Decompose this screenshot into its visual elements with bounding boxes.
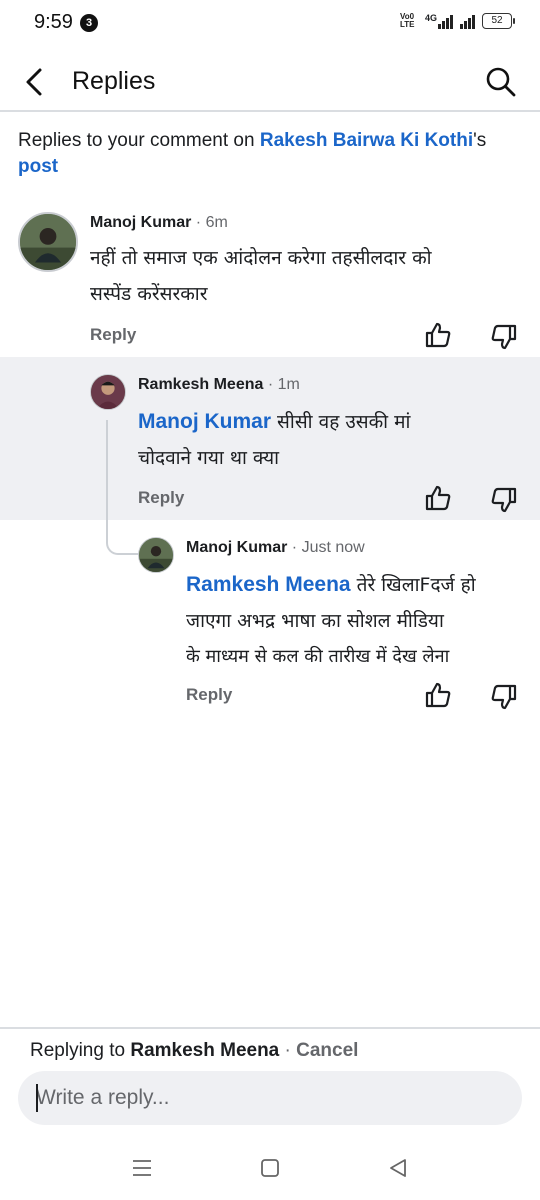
status-indicators: Vo0 LTE 4G 52	[400, 13, 515, 29]
thumbs-down-icon	[491, 684, 517, 710]
comment-text-line: के माध्यम से कल की तारीख में देख लेना	[186, 646, 450, 667]
comment-author[interactable]: Manoj Kumar · Just now	[186, 539, 365, 557]
back-nav-button[interactable]	[386, 1156, 410, 1180]
replying-to-text: Replying to Ramkesh Meena · Cancel	[30, 1040, 358, 1062]
recents-button[interactable]	[130, 1156, 154, 1180]
author-name[interactable]: Ramkesh Meena	[138, 376, 263, 393]
dislike-button[interactable]	[490, 683, 518, 711]
app-header: Replies	[0, 52, 540, 112]
reply-composer: Replying to Ramkesh Meena · Cancel	[0, 1027, 540, 1137]
thumbs-down-icon	[491, 487, 517, 513]
comment-text-fragment: तेरे खिलाFदर्ज हो	[350, 574, 476, 596]
page-name-link[interactable]: Rakesh Bairwa Ki Kothi	[260, 130, 473, 151]
signal-4g-icon: 4G	[425, 13, 453, 29]
intro-suffix: 's	[473, 130, 487, 151]
comment-text-line: नहीं तो समाज एक आंदोलन करेगा तहसीलदार को	[90, 247, 432, 269]
comment-text-line: सस्पेंड करेंसरकार	[90, 283, 208, 305]
comment-time: · 6m	[195, 214, 228, 231]
comment-time: · Just now	[291, 539, 365, 556]
like-button[interactable]	[424, 321, 452, 349]
avatar[interactable]	[90, 374, 126, 410]
comment-text-line: चोदवाने गया था क्या	[138, 447, 280, 469]
menu-lines-icon	[133, 1160, 151, 1176]
notification-count-badge: 3	[80, 14, 98, 32]
comment-text: Manoj Kumar सीसी वह उसकी मां चोदवाने गया…	[138, 404, 528, 476]
network-type-label: 4G	[424, 13, 437, 23]
thumbs-up-icon	[425, 322, 451, 348]
text-cursor	[36, 1084, 38, 1112]
comment-text-fragment: सीसी वह उसकी मां	[271, 411, 411, 433]
volte-label-bottom: LTE	[399, 20, 415, 29]
profile-photo-icon	[139, 538, 173, 572]
comment-author[interactable]: Manoj Kumar · 6m	[90, 214, 228, 232]
reply-button[interactable]: Reply	[138, 488, 184, 508]
intro-prefix: Replies to your comment on	[18, 130, 260, 151]
back-button[interactable]	[20, 64, 52, 100]
post-link[interactable]: post	[18, 156, 58, 177]
mention-link[interactable]: Manoj Kumar	[138, 410, 271, 433]
reply-button[interactable]: Reply	[186, 685, 232, 705]
like-button[interactable]	[424, 484, 452, 512]
comment-time: · 1m	[267, 376, 300, 393]
like-button[interactable]	[424, 681, 452, 709]
comment-text: Ramkesh Meena तेरे खिलाFदर्ज हो जाएगा अभ…	[186, 567, 536, 675]
square-home-icon	[261, 1159, 279, 1177]
replying-prefix: Replying to	[30, 1040, 131, 1061]
author-name[interactable]: Manoj Kumar	[90, 214, 191, 231]
search-icon	[486, 67, 516, 97]
thumbs-up-icon	[425, 485, 451, 511]
back-arrow-icon	[26, 68, 42, 96]
status-time: 9:59	[34, 11, 73, 33]
profile-photo-icon	[91, 375, 125, 409]
author-name[interactable]: Manoj Kumar	[186, 539, 287, 556]
home-button[interactable]	[258, 1156, 282, 1180]
avatar[interactable]	[138, 537, 174, 573]
cancel-reply-button[interactable]: Cancel	[296, 1040, 358, 1061]
comment-text-line: Ramkesh Meena तेरे खिलाFदर्ज हो	[186, 567, 536, 603]
battery-icon: 52	[482, 13, 515, 29]
replying-to-name: Ramkesh Meena	[130, 1040, 280, 1061]
replying-separator: ·	[279, 1040, 297, 1061]
dislike-button[interactable]	[490, 486, 518, 514]
replies-context-text: Replies to your comment on Rakesh Bairwa…	[18, 128, 528, 180]
avatar[interactable]	[18, 212, 78, 272]
thread-connector-line	[106, 420, 140, 555]
dislike-button[interactable]	[490, 323, 518, 351]
search-button[interactable]	[484, 65, 518, 99]
mention-link[interactable]: Ramkesh Meena	[186, 573, 351, 596]
status-bar: 9:59 3 Vo0 LTE 4G 52	[0, 0, 540, 48]
profile-photo-icon	[20, 214, 76, 270]
comment-text-line: Manoj Kumar सीसी वह उसकी मां	[138, 404, 528, 440]
comment-text: नहीं तो समाज एक आंदोलन करेगा तहसीलदार को…	[90, 240, 520, 312]
comment-text-line: जाएगा अभद्र भाषा का सोशल मीडिया	[186, 610, 444, 632]
system-nav-bar	[0, 1140, 540, 1200]
thumbs-up-icon	[425, 682, 451, 708]
comment-author[interactable]: Ramkesh Meena · 1m	[138, 376, 300, 394]
signal-strength-icon	[460, 13, 475, 29]
thumbs-down-icon	[491, 324, 517, 350]
triangle-back-icon	[390, 1159, 406, 1177]
volte-indicator: Vo0 LTE	[400, 13, 418, 29]
reply-button[interactable]: Reply	[90, 325, 136, 345]
reply-input[interactable]	[18, 1071, 522, 1125]
page-title: Replies	[72, 67, 156, 95]
